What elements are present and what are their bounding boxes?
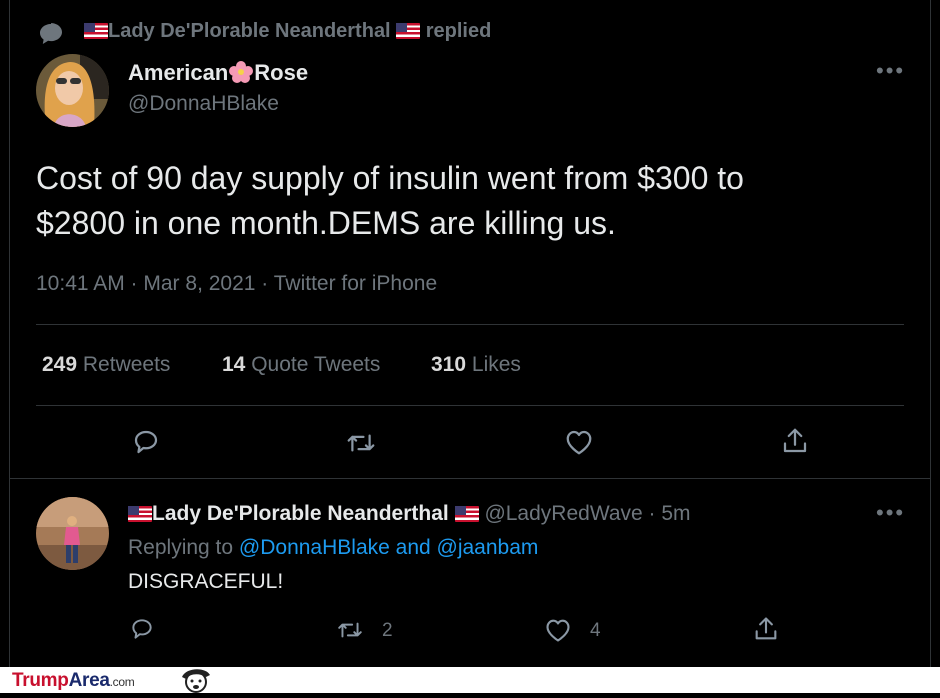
avatar[interactable] — [36, 497, 109, 570]
replying-to-label: Replying to — [128, 536, 234, 559]
tweet-text-line: $2800 in one month.DEMS are killing us. — [36, 205, 616, 241]
context-suffix: replied — [425, 20, 492, 42]
speech-bubble-icon — [38, 22, 64, 46]
stat-label: Likes — [471, 353, 521, 376]
display-name-part[interactable]: Rose — [254, 60, 308, 85]
stat-retweets[interactable]: 249 Retweets — [42, 353, 170, 377]
tweet-text: Cost of 90 day supply of insulin went fr… — [36, 156, 744, 246]
tweet-text-line: Cost of 90 day supply of insulin went fr… — [36, 160, 744, 196]
reply-icon[interactable] — [129, 616, 155, 642]
share-icon[interactable] — [752, 615, 780, 643]
reply-header: Lady De'Plorable Neanderthal @LadyRedWav… — [128, 502, 691, 526]
caricature-icon — [176, 667, 216, 698]
replying-to-users[interactable]: @DonnaHBlake and @jaanbam — [239, 536, 538, 559]
share-icon[interactable] — [780, 426, 810, 456]
user-handle[interactable]: @DonnaHBlake — [128, 92, 279, 116]
watermark-bar: TrumpArea.com — [0, 667, 940, 693]
flag-icon — [84, 23, 108, 39]
divider — [10, 478, 930, 479]
retweet-icon[interactable] — [345, 428, 377, 458]
context-name[interactable]: Lady De'Plorable Neanderthal — [108, 20, 391, 42]
social-context[interactable]: Lady De'Plorable Neanderthal replied — [84, 20, 491, 43]
stat-count: 249 — [42, 353, 78, 376]
watermark-text: Trump — [12, 670, 69, 691]
like-count: 4 — [590, 620, 601, 641]
watermark-text: Area — [68, 670, 110, 691]
reply-display-name[interactable]: Lady De'Plorable Neanderthal — [152, 502, 449, 525]
watermark-logo: TrumpArea.com — [12, 670, 135, 692]
avatar[interactable] — [36, 54, 109, 127]
reply-handle-time[interactable]: @LadyRedWave · 5m — [484, 502, 690, 525]
more-icon[interactable]: ••• — [876, 502, 905, 524]
stat-count: 310 — [431, 353, 467, 376]
like-icon[interactable] — [544, 617, 572, 643]
retweet-icon[interactable] — [336, 617, 364, 643]
reply-icon[interactable] — [131, 427, 161, 457]
tweet-timestamp[interactable]: 10:41 AM · Mar 8, 2021 · Twitter for iPh… — [36, 272, 437, 296]
retweet-count: 2 — [382, 620, 393, 641]
divider — [36, 405, 904, 406]
flag-icon — [396, 23, 421, 39]
flower-icon — [228, 61, 254, 83]
watermark-text: .com — [109, 675, 135, 689]
stat-likes[interactable]: 310 Likes — [431, 353, 521, 377]
display-name[interactable]: American Rose — [128, 60, 308, 86]
flag-icon — [454, 506, 479, 522]
reply-text: DISGRACEFUL! — [128, 570, 284, 593]
more-icon[interactable]: ••• — [876, 60, 905, 82]
display-name-part[interactable]: American — [128, 60, 228, 85]
stat-quote-tweets[interactable]: 14 Quote Tweets — [222, 353, 380, 377]
like-icon[interactable] — [564, 428, 594, 456]
replying-to: Replying to @DonnaHBlake and @jaanbam — [128, 536, 538, 560]
divider — [36, 324, 904, 325]
stat-count: 14 — [222, 353, 246, 376]
stat-label: Retweets — [82, 353, 171, 376]
stat-label: Quote Tweets — [251, 353, 381, 376]
flag-icon — [128, 506, 152, 522]
